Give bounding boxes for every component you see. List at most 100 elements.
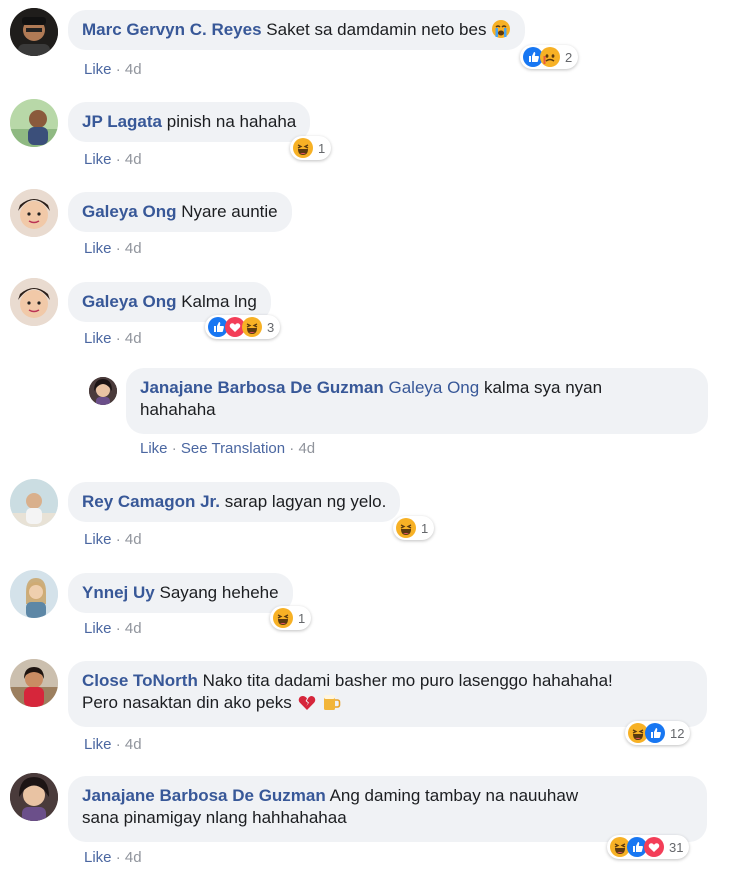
like-link[interactable]: Like: [84, 849, 112, 866]
reaction-count: 2: [565, 49, 573, 65]
reaction-summary[interactable]: 1: [270, 606, 312, 630]
comment-author[interactable]: Rey Camagon Jr.: [82, 492, 220, 511]
comment-text: hahahaha: [140, 400, 216, 419]
comment-author[interactable]: Galeya Ong: [82, 202, 176, 221]
comment-bubble: Galeya Ong Nyare auntie: [68, 192, 292, 232]
avatar[interactable]: [89, 377, 117, 405]
separator: ·: [115, 620, 121, 637]
like-link[interactable]: Like: [84, 61, 112, 78]
comment-timestamp[interactable]: 4d: [125, 849, 142, 866]
comment-timestamp[interactable]: 4d: [125, 330, 142, 347]
reaction-summary[interactable]: 31: [607, 835, 690, 859]
avatar[interactable]: [10, 8, 58, 56]
like-link[interactable]: Like: [84, 620, 112, 637]
mention-link[interactable]: Galeya Ong: [389, 378, 480, 397]
comment-actions: Like · 4d: [84, 330, 142, 347]
comment-bubble: Marc Gervyn C. Reyes Saket sa damdamin n…: [68, 10, 526, 50]
comment-author[interactable]: Janajane Barbosa De Guzman: [140, 378, 384, 397]
avatar[interactable]: [10, 189, 58, 237]
comment-author[interactable]: Marc Gervyn C. Reyes: [82, 20, 262, 39]
comment-bubble: Janajane Barbosa De Guzman Ang daming ta…: [68, 776, 707, 842]
comment-bubble: Rey Camagon Jr. sarap lagyan ng yelo.: [68, 482, 401, 522]
separator: ·: [115, 61, 121, 78]
comment-timestamp[interactable]: 4d: [125, 736, 142, 753]
like-link[interactable]: Like: [84, 240, 112, 257]
separator: ·: [171, 440, 177, 457]
reaction-summary[interactable]: 12: [625, 721, 691, 745]
avatar[interactable]: [10, 570, 58, 618]
avatar[interactable]: [10, 773, 58, 821]
comment-timestamp[interactable]: 4d: [125, 620, 142, 637]
comment-author[interactable]: Close ToNorth: [82, 671, 198, 690]
comment-text: sana pinamigay nlang hahhahahaa: [82, 808, 347, 827]
like-link[interactable]: Like: [84, 151, 112, 168]
comment-timestamp[interactable]: 4d: [125, 61, 142, 78]
separator: ·: [115, 151, 121, 168]
comment-actions: Like · 4d: [84, 736, 142, 753]
separator: ·: [115, 330, 121, 347]
comment-actions: Like · 4d: [84, 240, 142, 257]
comment-actions: Like · 4d: [84, 61, 142, 78]
beer-mug-icon: [321, 692, 341, 712]
reaction-count: 1: [318, 140, 326, 156]
comment-author[interactable]: JP Lagata: [82, 112, 162, 131]
reaction-summary[interactable]: 3: [205, 315, 281, 339]
comment-author[interactable]: Janajane Barbosa De Guzman: [82, 786, 326, 805]
comment-text: Nyare auntie: [181, 202, 278, 221]
comment-timestamp[interactable]: 4d: [125, 531, 142, 548]
comment-text: Sayang hehehe: [159, 583, 279, 602]
comment-actions: Like · 4d: [84, 849, 142, 866]
angry-reaction-icon: [540, 47, 560, 67]
reaction-summary[interactable]: 1: [393, 516, 435, 540]
love-reaction-icon: [644, 837, 664, 857]
avatar[interactable]: [10, 659, 58, 707]
comment-bubble: Close ToNorth Nako tita dadami basher mo…: [68, 661, 707, 727]
reaction-count: 1: [298, 610, 306, 626]
comment-bubble: JP Lagata pinish na hahaha: [68, 102, 311, 142]
comment-actions: Like · 4d: [84, 151, 142, 168]
comment-text: Nako tita dadami basher mo puro lasenggo…: [202, 671, 613, 690]
comment-actions: Like · See Translation · 4d: [140, 440, 315, 457]
separator: ·: [289, 440, 295, 457]
comment-timestamp[interactable]: 4d: [125, 240, 142, 257]
haha-reaction-icon: [273, 608, 293, 628]
like-link[interactable]: Like: [84, 330, 112, 347]
haha-reaction-icon: [293, 138, 313, 158]
avatar[interactable]: [10, 278, 58, 326]
like-reaction-icon: [645, 723, 665, 743]
like-link[interactable]: Like: [84, 531, 112, 548]
comment-author[interactable]: Galeya Ong: [82, 292, 176, 311]
comment-bubble: Janajane Barbosa De Guzman Galeya Ong ka…: [126, 368, 708, 434]
comment-timestamp[interactable]: 4d: [298, 440, 315, 457]
see-translation-link[interactable]: See Translation: [181, 440, 285, 457]
reaction-summary[interactable]: 1: [290, 136, 332, 160]
avatar[interactable]: [10, 479, 58, 527]
reaction-count: 1: [421, 520, 429, 536]
separator: ·: [115, 531, 121, 548]
comment-timestamp[interactable]: 4d: [125, 151, 142, 168]
comment-text: Ang daming tambay na nauuhaw: [329, 786, 579, 805]
like-link[interactable]: Like: [140, 440, 168, 457]
reaction-summary[interactable]: 2: [520, 45, 579, 69]
comment-bubble: Ynnej Uy Sayang hehehe: [68, 573, 293, 613]
broken-heart-icon: [297, 692, 317, 712]
comment-actions: Like · 4d: [84, 531, 142, 548]
haha-reaction-icon: [242, 317, 262, 337]
comment-actions: Like · 4d: [84, 620, 142, 637]
crying-emoji-icon: [491, 19, 511, 39]
separator: ·: [115, 849, 121, 866]
haha-reaction-icon: [396, 518, 416, 538]
like-link[interactable]: Like: [84, 736, 112, 753]
separator: ·: [115, 240, 121, 257]
comment-text: Saket sa damdamin neto bes: [266, 20, 487, 39]
comment-author[interactable]: Ynnej Uy: [82, 583, 155, 602]
comment-text: Kalma lng: [181, 292, 257, 311]
comment-text: pinish na hahaha: [166, 112, 297, 131]
reaction-count: 12: [670, 725, 685, 741]
comment-text: Pero nasaktan din ako peks: [82, 693, 292, 712]
comment-text: kalma sya nyan: [483, 378, 603, 397]
reaction-count: 3: [267, 319, 275, 335]
avatar[interactable]: [10, 99, 58, 147]
comment-text: sarap lagyan ng yelo.: [224, 492, 387, 511]
reaction-count: 31: [669, 839, 684, 855]
